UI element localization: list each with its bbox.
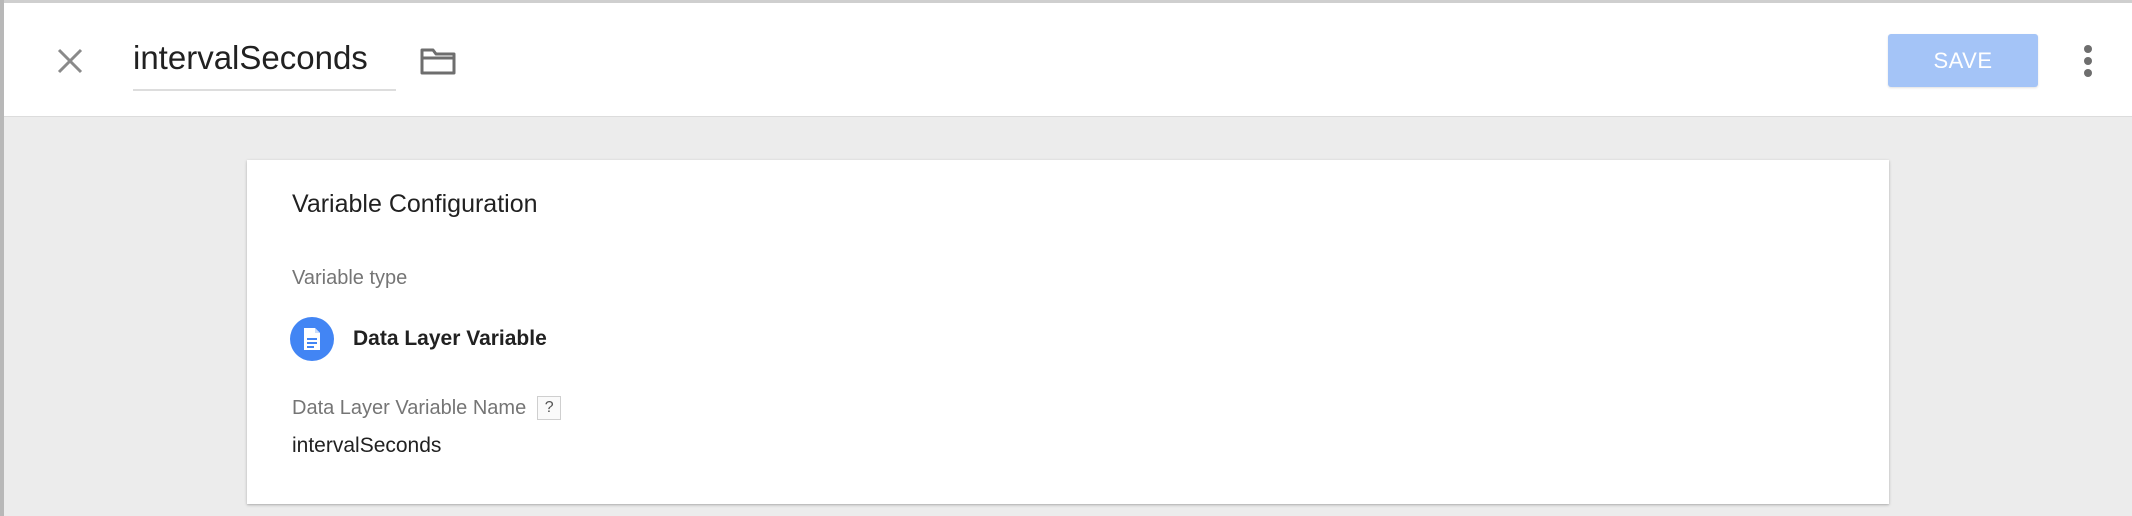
data-layer-variable-name-label: Data Layer Variable Name [292, 396, 527, 419]
data-layer-variable-name-value: intervalSeconds [292, 434, 442, 457]
document-icon [304, 328, 320, 350]
variable-name-field[interactable]: intervalSeconds [133, 33, 396, 91]
page-title[interactable]: intervalSeconds [133, 33, 396, 83]
save-button[interactable]: SAVE [1888, 34, 2038, 87]
variable-type-name: Data Layer Variable [353, 327, 547, 350]
variable-type-label: Variable type [292, 267, 408, 289]
variable-type-row[interactable]: Data Layer Variable [290, 317, 547, 361]
more-options-button[interactable] [2068, 41, 2108, 81]
document-icon-badge [290, 317, 334, 361]
variable-configuration-card[interactable]: Variable Configuration Variable type Dat… [247, 160, 1889, 504]
folder-button[interactable] [416, 41, 460, 81]
help-button[interactable]: ? [537, 396, 562, 420]
more-vert-icon [2084, 45, 2092, 77]
close-icon [57, 48, 83, 74]
editor-header: intervalSeconds SAVE [4, 3, 2132, 117]
card-title: Variable Configuration [292, 190, 538, 218]
field-label-row: Data Layer Variable Name ? [292, 396, 562, 420]
folder-icon [420, 48, 456, 75]
close-button[interactable] [48, 39, 92, 83]
